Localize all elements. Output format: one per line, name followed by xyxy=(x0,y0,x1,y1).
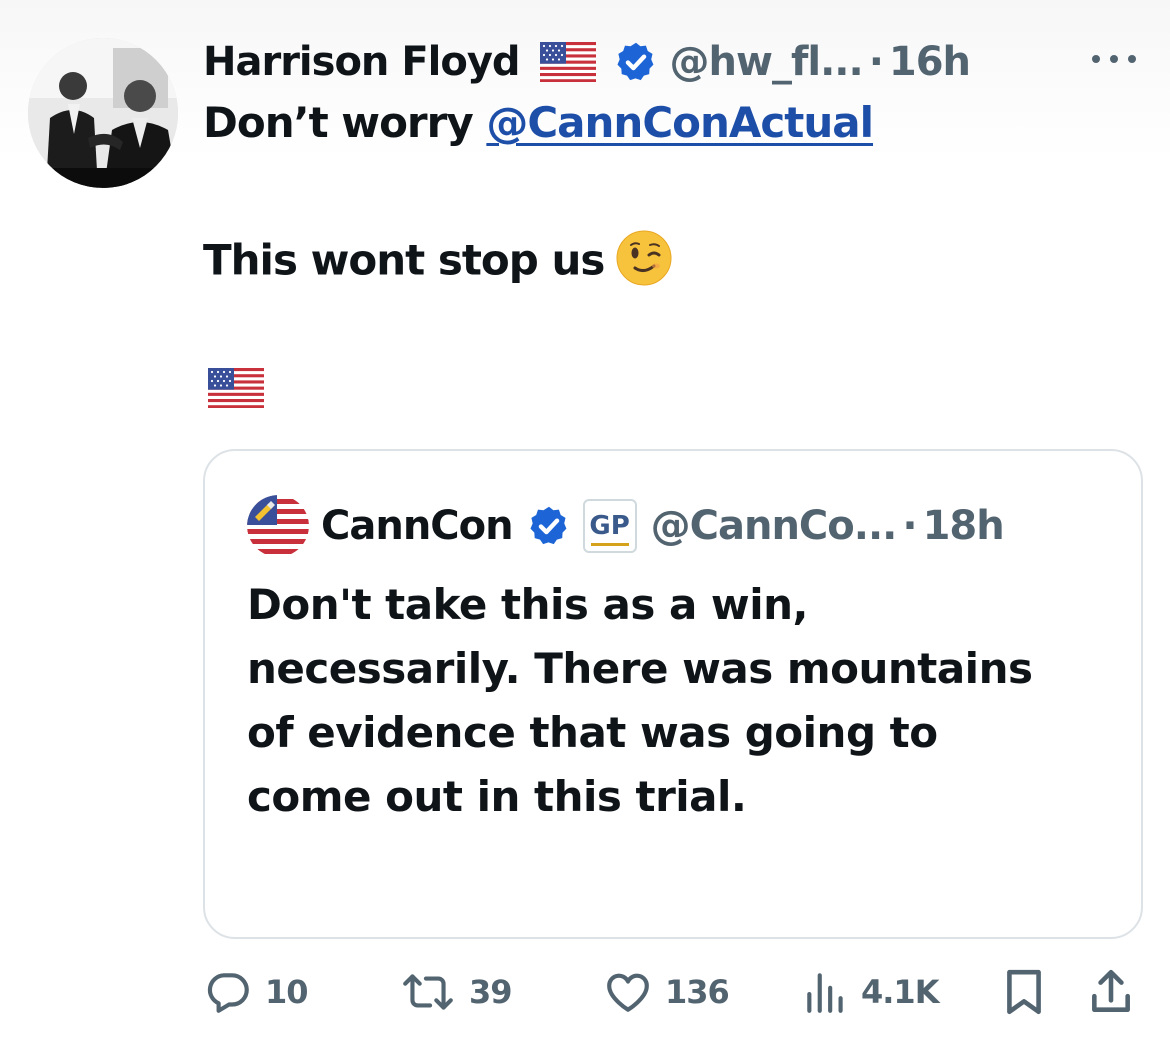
verified-badge-icon[interactable] xyxy=(527,504,571,548)
share-button[interactable] xyxy=(1088,962,1134,1022)
bookmark-button[interactable] xyxy=(1001,962,1047,1022)
repost-count: 39 xyxy=(469,973,513,1011)
affiliation-badge[interactable]: GP xyxy=(582,499,637,553)
quoted-text-line: Don't take this as a win, xyxy=(247,580,808,629)
author-name[interactable]: Harrison Floyd xyxy=(203,39,521,85)
author-avatar[interactable] xyxy=(28,38,178,188)
tweet-text-body: This wont stop us xyxy=(203,235,605,285)
tweet-text-line-2: This wont stop us xyxy=(203,230,672,296)
quoted-author-handle[interactable]: @CannCo... xyxy=(651,503,898,549)
views-button[interactable]: 4.1K xyxy=(803,962,939,1022)
reply-button[interactable]: 10 xyxy=(203,962,309,1022)
mention-link[interactable]: @CannConActual xyxy=(486,98,874,147)
quoted-tweet-header: CannCon GP @CannCo... · 18h xyxy=(247,495,1005,557)
tweet-time[interactable]: 16h xyxy=(889,39,971,85)
separator-dot: · xyxy=(868,39,884,85)
action-bar: 10 39 136 4.1K xyxy=(203,962,1143,1022)
like-button[interactable]: 136 xyxy=(603,962,730,1022)
view-count: 4.1K xyxy=(861,973,939,1011)
share-icon xyxy=(1092,969,1130,1012)
quoted-author-avatar[interactable] xyxy=(247,495,309,557)
us-flag-icon xyxy=(539,42,596,82)
repost-icon xyxy=(403,974,453,1010)
quoted-tweet-time[interactable]: 18h xyxy=(923,503,1005,549)
quoted-tweet[interactable]: CannCon GP @CannCo... · 18h Don't take t… xyxy=(203,449,1143,939)
quoted-text-line: come out in this trial. xyxy=(247,772,747,821)
like-count: 136 xyxy=(665,973,730,1011)
tweet[interactable]: Harrison Floyd @hw_fl... · 16h Don’t wor… xyxy=(0,0,1170,1043)
analytics-icon xyxy=(807,973,843,1013)
reply-icon xyxy=(207,973,249,1013)
us-flag-icon xyxy=(208,368,264,412)
quoted-text-line: necessarily. There was mountains xyxy=(247,644,1033,693)
bookmark-icon xyxy=(1007,969,1041,1015)
author-handle[interactable]: @hw_fl... xyxy=(670,39,864,85)
more-icon[interactable] xyxy=(1086,44,1142,74)
quoted-text-line: of evidence that was going to xyxy=(247,708,938,757)
heart-icon xyxy=(607,973,649,1012)
quoted-author-name[interactable]: CannCon xyxy=(321,503,514,549)
reply-count: 10 xyxy=(265,973,309,1011)
avatar-photo xyxy=(28,38,178,188)
quoted-tweet-text: Don't take this as a win, necessarily. T… xyxy=(247,573,1117,829)
separator-dot: · xyxy=(902,503,917,549)
verified-badge-icon[interactable] xyxy=(614,40,658,84)
repost-button[interactable]: 39 xyxy=(399,962,513,1022)
tweet-text-prefix: Don’t worry xyxy=(203,98,487,147)
winking-face-emoji xyxy=(616,230,672,296)
tweet-text-line-1: Don’t worry @CannConActual xyxy=(203,98,874,147)
tweet-header: Harrison Floyd @hw_fl... · 16h xyxy=(203,34,971,90)
